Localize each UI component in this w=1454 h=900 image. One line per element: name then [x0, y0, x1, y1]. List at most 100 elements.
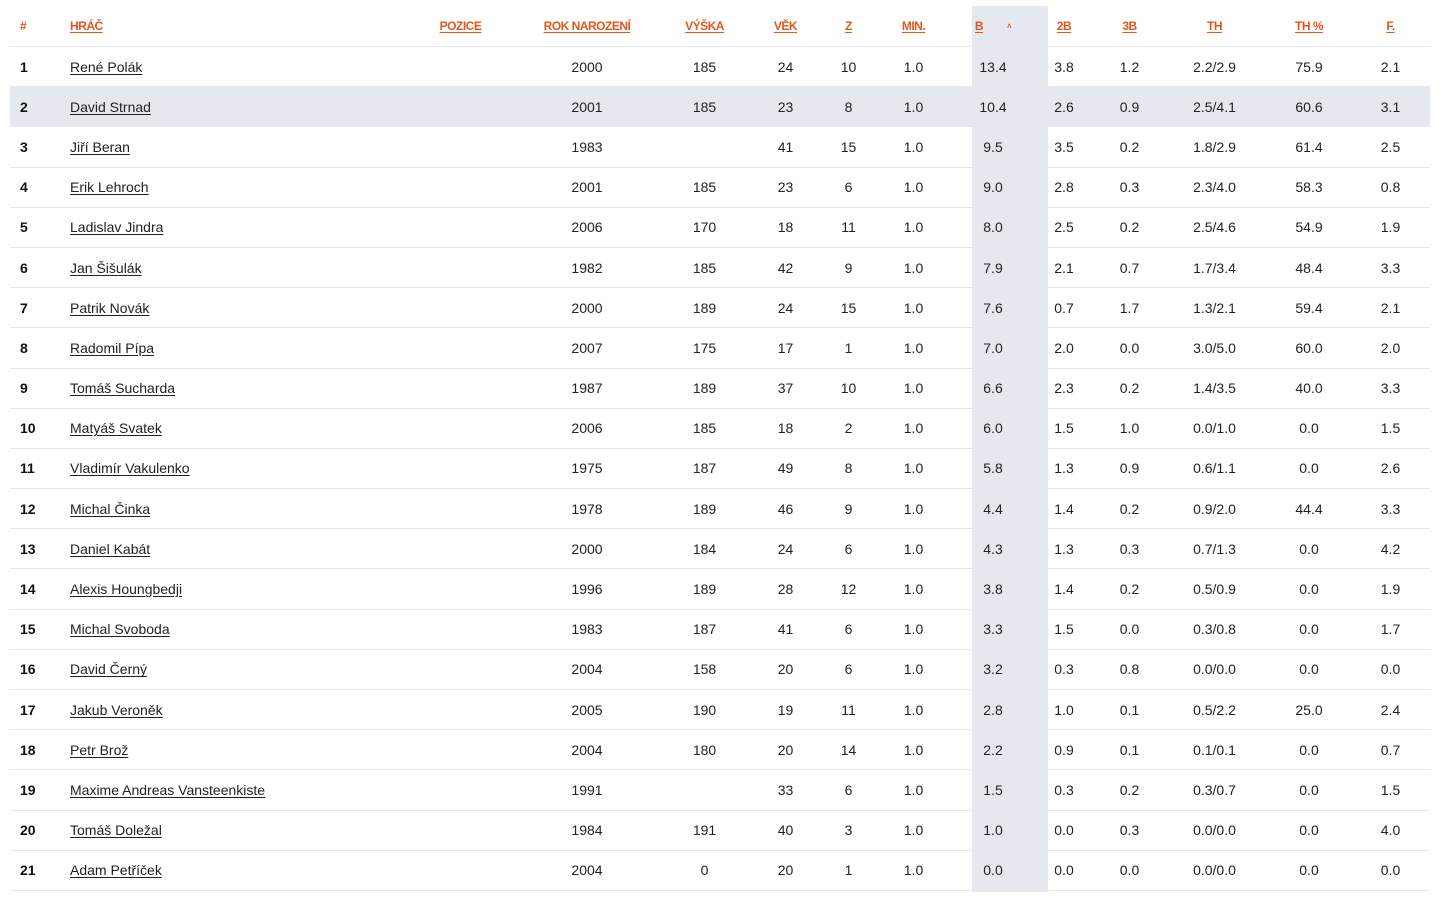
- player-link[interactable]: David Černý: [70, 661, 147, 677]
- player-cell: Michal Činka: [70, 489, 410, 530]
- two-pointers-cell: 1.5: [1031, 409, 1097, 449]
- player-link[interactable]: Michal Svoboda: [70, 621, 170, 637]
- two-pointers-cell: 1.4: [1031, 569, 1097, 610]
- player-link[interactable]: Radomil Pípa: [70, 340, 154, 356]
- position-cell: [410, 47, 511, 88]
- games-cell: 6: [825, 610, 872, 650]
- player-link[interactable]: Maxime Andreas Vansteenkiste: [70, 782, 265, 798]
- age-cell: 20: [746, 730, 825, 771]
- header-position[interactable]: POZICE: [410, 6, 511, 47]
- player-link[interactable]: Jan Šišulák: [70, 260, 142, 276]
- header-player[interactable]: HRÁČ: [70, 6, 410, 47]
- points-cell: 1.0: [955, 811, 1031, 851]
- position-cell: [410, 409, 511, 449]
- player-link[interactable]: Vladimír Vakulenko: [70, 460, 190, 476]
- free-throws-cell: 3.0/5.0: [1162, 328, 1267, 369]
- fouls-cell: 3.3: [1351, 369, 1430, 409]
- player-link[interactable]: Tomáš Sucharda: [70, 380, 175, 396]
- free-throw-pct-cell: 48.4: [1267, 248, 1351, 289]
- header-age[interactable]: VĚK: [746, 6, 825, 47]
- player-link[interactable]: Patrik Novák: [70, 300, 149, 316]
- player-link[interactable]: Erik Lehroch: [70, 179, 149, 195]
- header-points[interactable]: B ˄: [955, 6, 1031, 47]
- fouls-cell: 4.2: [1351, 529, 1430, 570]
- player-link[interactable]: Matyáš Svatek: [70, 420, 162, 436]
- player-link[interactable]: Daniel Kabát: [70, 541, 150, 557]
- fouls-cell: 2.5: [1351, 127, 1430, 168]
- three-pointers-cell: 1.2: [1097, 47, 1162, 88]
- games-cell: 1: [825, 851, 872, 891]
- height-cell: 189: [663, 288, 746, 329]
- player-link[interactable]: Adam Petříček: [70, 862, 162, 878]
- points-cell: 3.8: [955, 569, 1031, 610]
- rank-cell: 13: [10, 529, 70, 570]
- header-3pt[interactable]: 3B: [1097, 6, 1162, 47]
- header-minutes[interactable]: MIN.: [872, 6, 955, 47]
- birth-year-cell: 1983: [511, 610, 663, 650]
- player-cell: Jan Šišulák: [70, 248, 410, 289]
- fouls-cell: 1.9: [1351, 208, 1430, 248]
- height-cell: 185: [663, 87, 746, 128]
- header-games[interactable]: Z: [825, 6, 872, 47]
- two-pointers-cell: 1.3: [1031, 529, 1097, 570]
- minutes-cell: 1.0: [872, 489, 955, 530]
- free-throw-pct-cell: 0.0: [1267, 610, 1351, 650]
- games-cell: 14: [825, 730, 872, 771]
- three-pointers-cell: 0.1: [1097, 690, 1162, 731]
- height-cell: [663, 127, 746, 168]
- position-cell: [410, 328, 511, 369]
- fouls-cell: 2.6: [1351, 449, 1430, 490]
- header-free-throws[interactable]: TH: [1162, 6, 1267, 47]
- minutes-cell: 1.0: [872, 248, 955, 289]
- player-cell: Michal Svoboda: [70, 610, 410, 650]
- player-link[interactable]: Michal Činka: [70, 501, 150, 517]
- three-pointers-cell: 1.0: [1097, 409, 1162, 449]
- player-link[interactable]: Tomáš Doležal: [70, 822, 162, 838]
- rank-cell: 8: [10, 328, 70, 369]
- rank-cell: 2: [10, 87, 70, 128]
- games-cell: 3: [825, 811, 872, 851]
- games-cell: 11: [825, 208, 872, 248]
- birth-year-cell: 2000: [511, 529, 663, 570]
- rank-cell: 20: [10, 811, 70, 851]
- rank-cell: 1: [10, 47, 70, 88]
- two-pointers-cell: 2.0: [1031, 328, 1097, 369]
- header-free-throw-pct[interactable]: TH %: [1267, 6, 1351, 47]
- player-link[interactable]: Ladislav Jindra: [70, 219, 163, 235]
- position-cell: [410, 730, 511, 771]
- player-link[interactable]: Petr Brož: [70, 742, 128, 758]
- position-cell: [410, 811, 511, 851]
- rank-cell: 5: [10, 208, 70, 248]
- player-link[interactable]: Jiří Beran: [70, 139, 130, 155]
- header-height[interactable]: VÝŠKA: [663, 6, 746, 47]
- free-throws-cell: 0.0/0.0: [1162, 811, 1267, 851]
- three-pointers-cell: 0.2: [1097, 369, 1162, 409]
- free-throws-cell: 0.0/0.0: [1162, 851, 1267, 891]
- games-cell: 12: [825, 569, 872, 610]
- header-birth-year[interactable]: ROK NAROZENÍ: [511, 6, 663, 47]
- player-link[interactable]: Alexis Houngbedji: [70, 581, 182, 597]
- player-link[interactable]: David Strnad: [70, 99, 151, 115]
- player-link[interactable]: Jakub Veroněk: [70, 702, 163, 718]
- minutes-cell: 1.0: [872, 690, 955, 731]
- games-cell: 8: [825, 449, 872, 490]
- rank-cell: 18: [10, 730, 70, 771]
- free-throw-pct-cell: 0.0: [1267, 529, 1351, 570]
- three-pointers-cell: 0.8: [1097, 650, 1162, 690]
- games-cell: 9: [825, 248, 872, 289]
- age-cell: 24: [746, 47, 825, 88]
- header-fouls[interactable]: F.: [1351, 6, 1430, 47]
- free-throw-pct-cell: 0.0: [1267, 851, 1351, 891]
- position-cell: [410, 529, 511, 570]
- birth-year-cell: 1987: [511, 369, 663, 409]
- points-cell: 3.2: [955, 650, 1031, 690]
- player-link[interactable]: René Polák: [70, 59, 142, 75]
- height-cell: 187: [663, 449, 746, 490]
- height-cell: 185: [663, 248, 746, 289]
- header-2pt[interactable]: 2B: [1031, 6, 1097, 47]
- birth-year-cell: 1996: [511, 569, 663, 610]
- rank-cell: 9: [10, 369, 70, 409]
- player-cell: Maxime Andreas Vansteenkiste: [70, 770, 410, 811]
- two-pointers-cell: 0.0: [1031, 851, 1097, 891]
- rank-cell: 17: [10, 690, 70, 731]
